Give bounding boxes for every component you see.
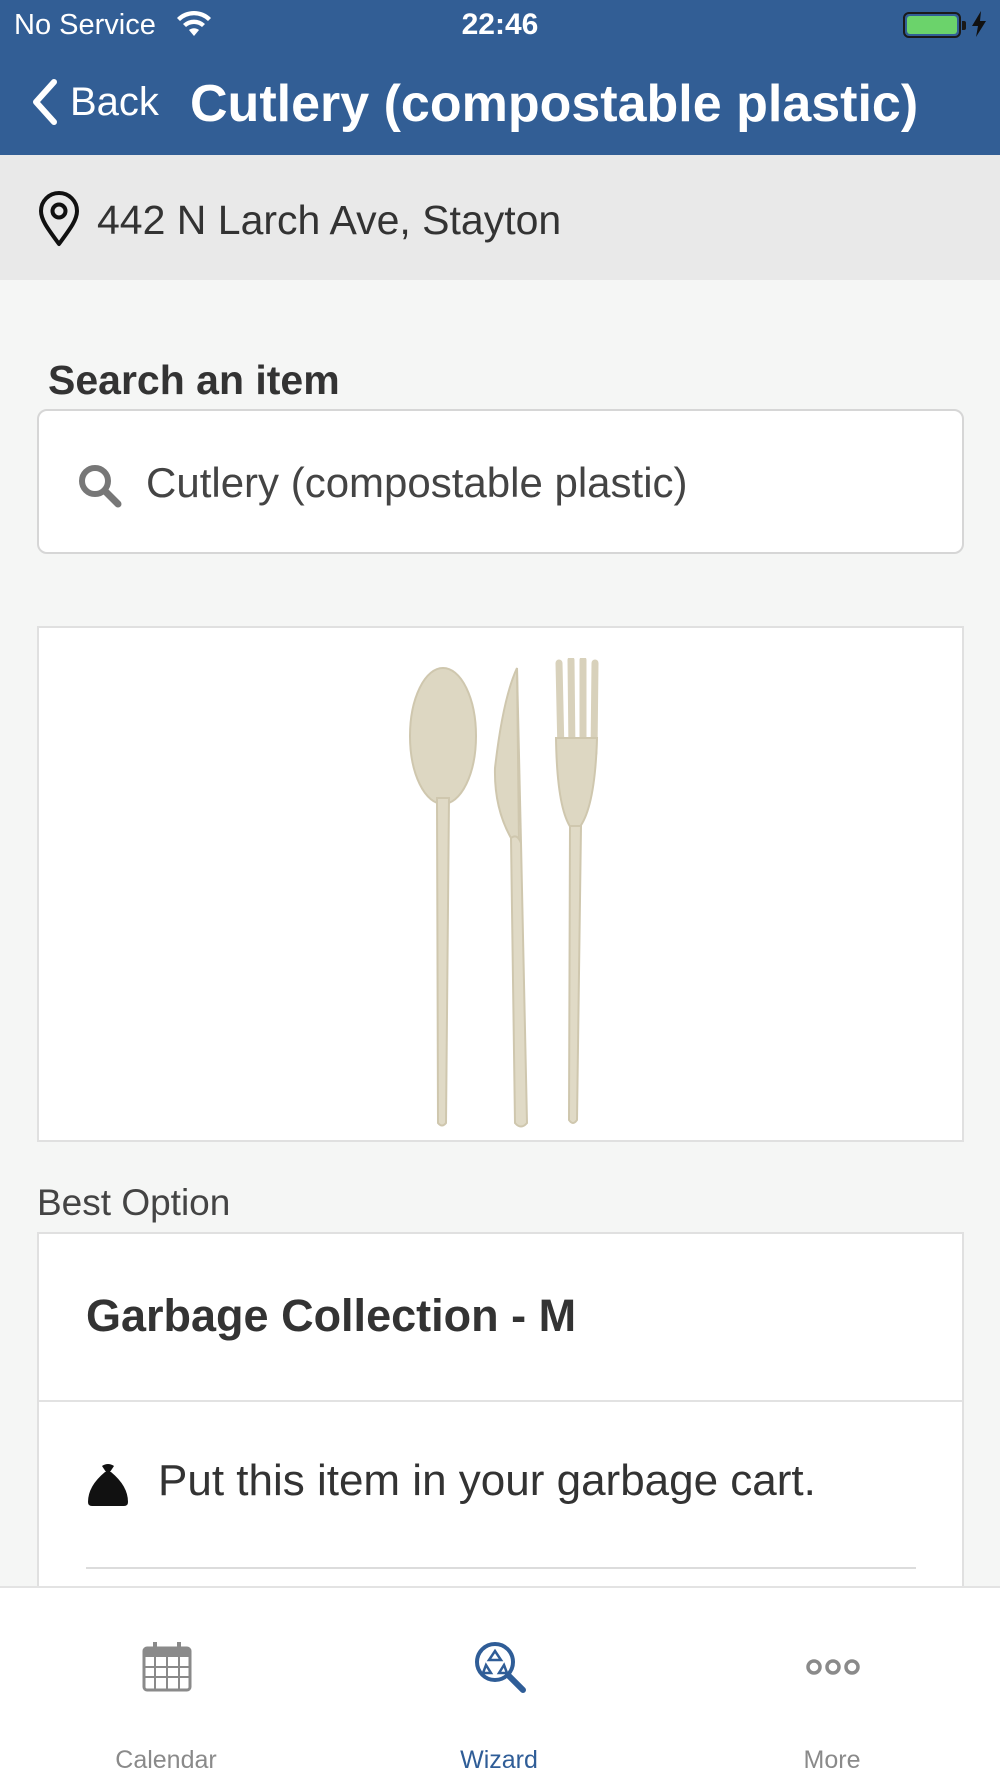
option-instruction-row: Put this item in your garbage cart.: [86, 1456, 926, 1516]
item-image-card: [37, 626, 964, 1142]
search-icon: [79, 465, 122, 508]
tab-calendar[interactable]: Calendar: [66, 1588, 266, 1778]
back-button[interactable]: Back: [28, 72, 159, 132]
navigation-bar: Back Cutlery (compostable plastic): [0, 62, 1000, 142]
chevron-left-icon: [33, 79, 57, 125]
recycle-search-icon: [475, 1642, 526, 1693]
compostable-cutlery-image: [409, 658, 599, 1128]
status-bar: No Service 22:46: [0, 0, 1000, 50]
tab-more[interactable]: More: [732, 1588, 932, 1778]
back-label: Back: [70, 79, 159, 124]
tab-wizard[interactable]: Wizard: [399, 1588, 599, 1778]
location-pin-icon: [39, 191, 79, 246]
option-instruction-text: Put this item in your garbage cart.: [158, 1456, 816, 1505]
more-dots-icon: [806, 1659, 860, 1675]
battery-icon: [903, 12, 966, 38]
tab-label: Calendar: [115, 1746, 217, 1774]
tab-label: More: [803, 1746, 861, 1774]
app-header: No Service 22:46 Back Cutlery (compostab…: [0, 0, 1000, 155]
tab-bar: Calendar Wizard More: [0, 1586, 1000, 1778]
tab-label: Wizard: [460, 1746, 538, 1774]
page-title: Cutlery (compostable plastic): [190, 75, 919, 133]
clock-text: 22:46: [461, 8, 539, 41]
charging-bolt-icon: [972, 11, 986, 37]
calendar-icon: [142, 1642, 192, 1692]
option-divider: [39, 1400, 962, 1402]
address-bar[interactable]: 442 N Larch Ave, Stayton: [0, 155, 1000, 280]
address-text: 442 N Larch Ave, Stayton: [97, 197, 562, 243]
search-label: Search an item: [48, 357, 340, 403]
garbage-bag-icon: [88, 1464, 128, 1506]
best-option-label: Best Option: [37, 1182, 231, 1223]
search-input[interactable]: Cutlery (compostable plastic): [37, 409, 964, 554]
search-value: Cutlery (compostable plastic): [146, 459, 688, 506]
option-title: Garbage Collection - M: [86, 1290, 577, 1341]
best-option-card[interactable]: Garbage Collection - M Put this item in …: [37, 1232, 964, 1592]
row-separator: [86, 1567, 916, 1569]
